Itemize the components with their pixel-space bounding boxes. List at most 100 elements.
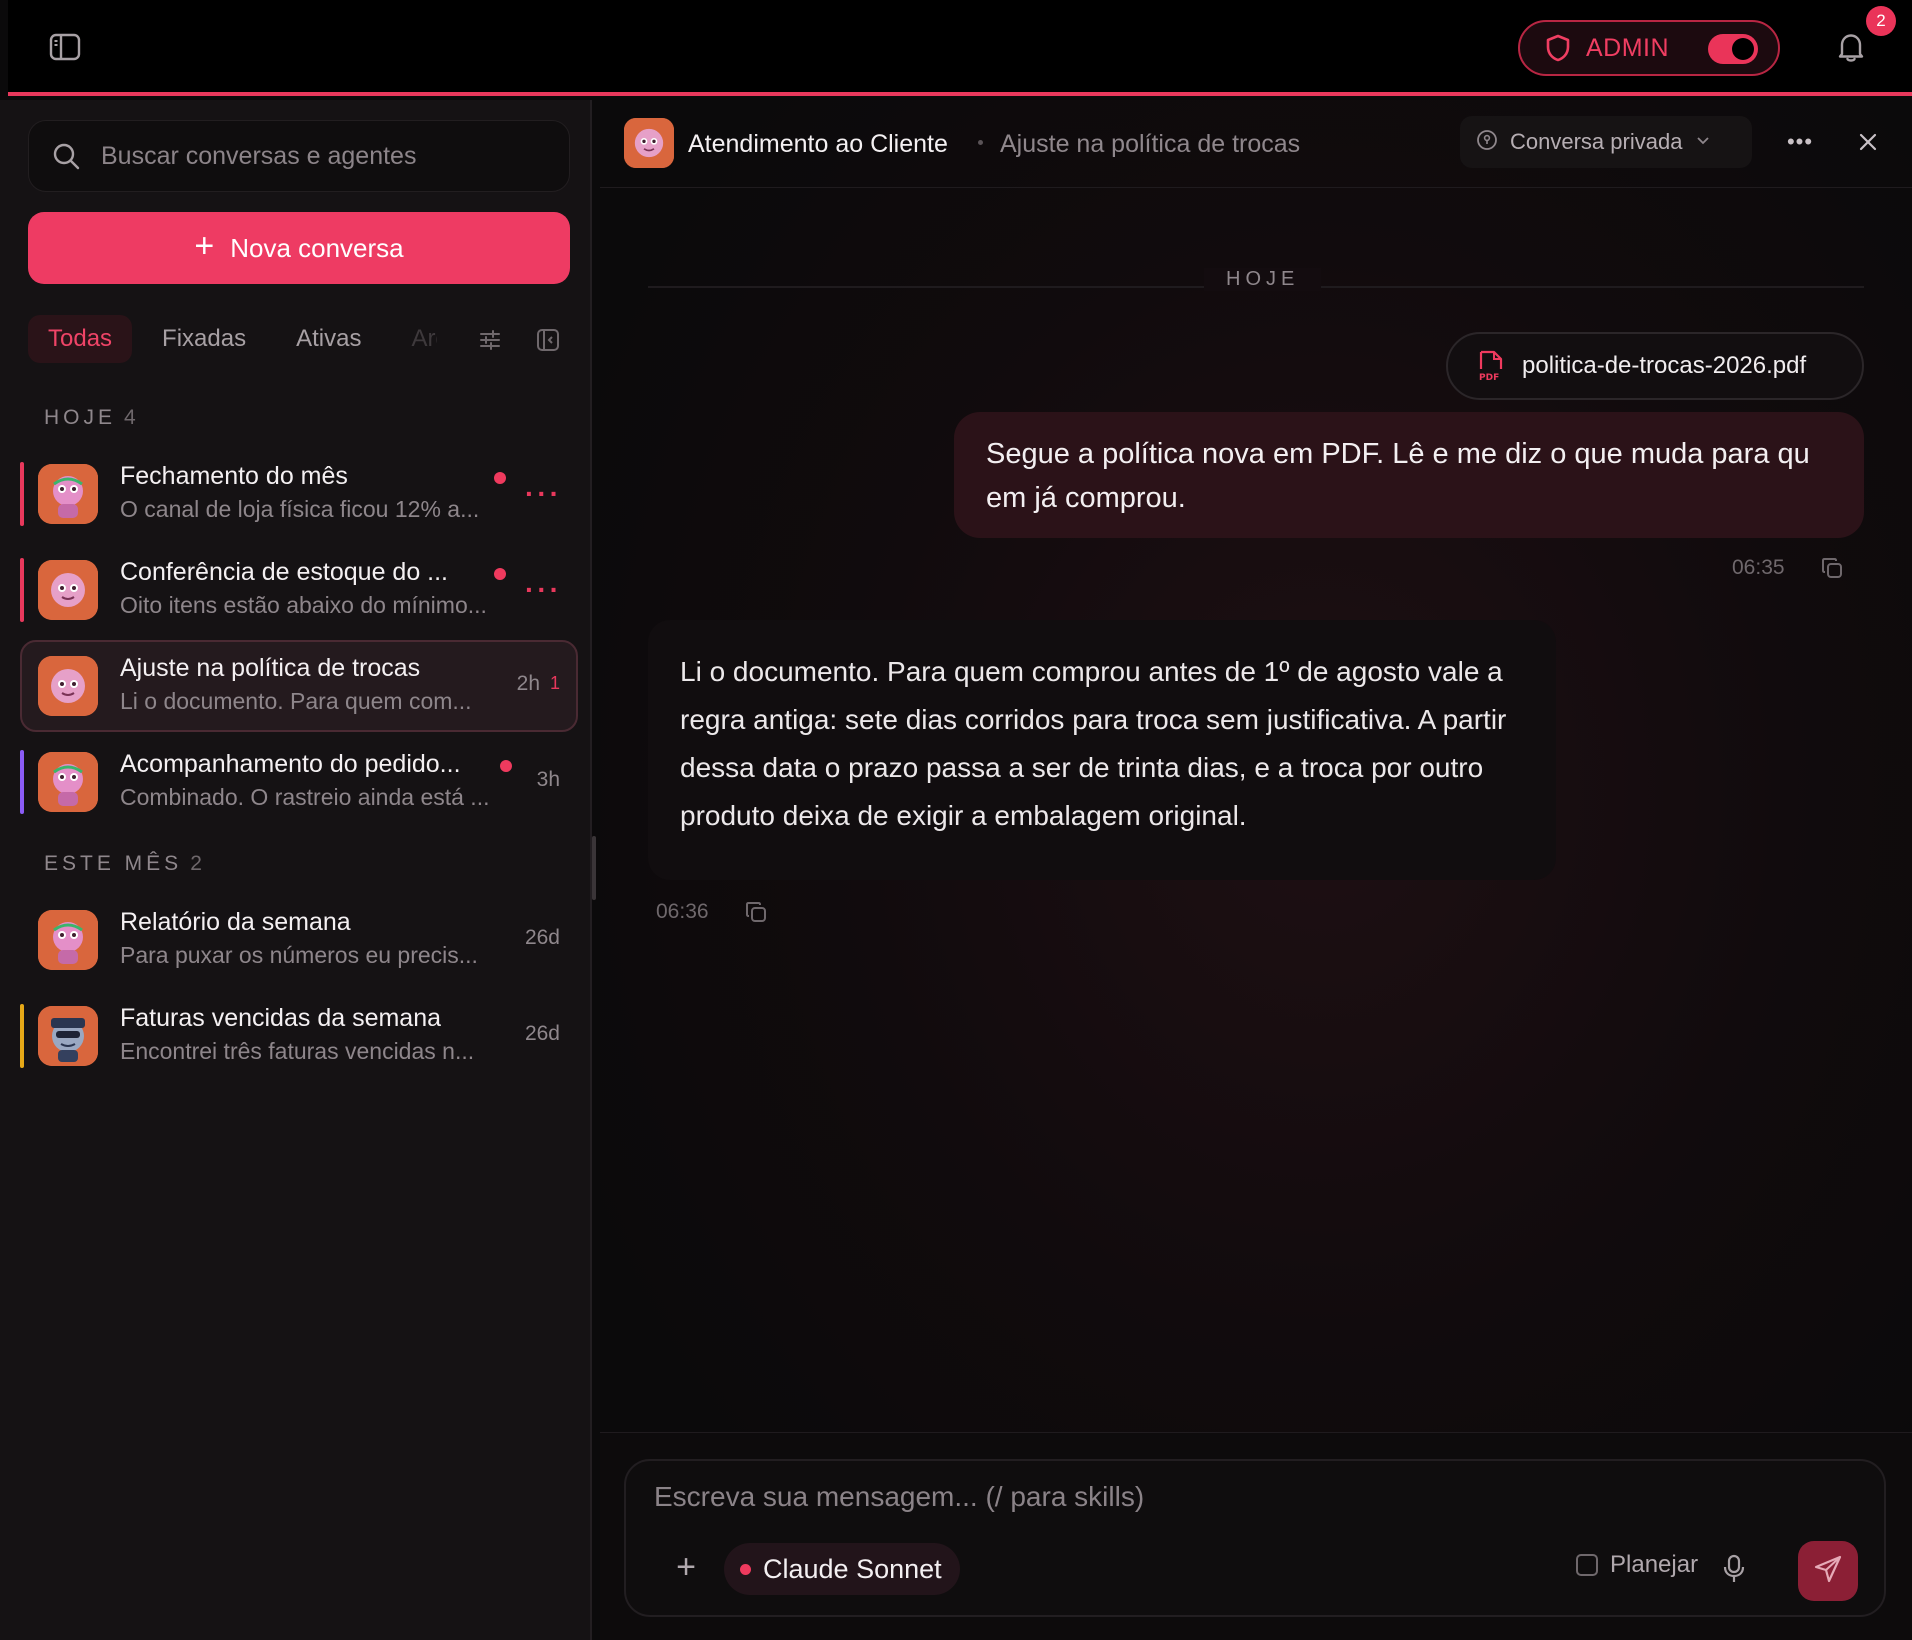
plan-toggle[interactable]: Planejar [1576, 1551, 1698, 1579]
bell-icon[interactable] [1834, 28, 1868, 66]
unread-dot [494, 472, 506, 484]
privacy-dropdown[interactable]: Conversa privada [1460, 116, 1752, 168]
conversation-time: 2h [516, 672, 540, 695]
agent-avatar [624, 118, 674, 168]
item-accent-bar [20, 1004, 24, 1068]
unread-count: 1 [549, 673, 560, 693]
user-message-bubble: Segue a política nova em PDF. Lê e me di… [954, 412, 1864, 538]
admin-mode-pill[interactable]: ADMIN [1518, 20, 1780, 76]
conversation-item[interactable]: Conferência de estoque do ... Oito itens… [20, 544, 578, 636]
svg-text:PDF: PDF [1479, 373, 1499, 382]
top-bar: ADMIN 2 [8, 0, 1912, 96]
conversation-preview: Para puxar os números eu precis... [120, 942, 478, 968]
admin-label: ADMIN [1586, 33, 1670, 62]
message-composer: + Claude Sonnet Planejar [624, 1459, 1886, 1617]
conversation-title: Acompanhamento do pedido... [120, 750, 461, 778]
privacy-label: Conversa privada [1510, 129, 1683, 154]
notification-badge: 2 [1866, 6, 1896, 36]
search-icon [51, 141, 81, 171]
toggle-knob [1732, 38, 1754, 60]
conversation-preview: Li o documento. Para quem com... [120, 688, 472, 714]
composer-area: + Claude Sonnet Planejar [600, 1432, 1912, 1640]
conversation-item[interactable]: Acompanhamento do pedido... Combinado. O… [20, 736, 578, 828]
search-box[interactable] [28, 120, 570, 192]
conversation-preview: Combinado. O rastreio ainda está ... [120, 784, 490, 810]
conversation-time: 3h [536, 768, 560, 791]
more-options-icon[interactable]: ··· [525, 478, 562, 510]
agent-avatar [38, 464, 98, 524]
more-options-icon[interactable]: ••• [1780, 122, 1820, 162]
conversation-title: Ajuste na política de trocas [120, 654, 421, 682]
conversation-item-selected[interactable]: Ajuste na política de trocas Li o docume… [20, 640, 578, 732]
section-today-label: HOJE 4 [44, 406, 137, 429]
conversation-item[interactable]: Fechamento do mês O canal de loja física… [20, 448, 578, 540]
agent-name: Atendimento ao Cliente [688, 130, 948, 158]
agent-avatar [38, 752, 98, 812]
item-accent-bar [20, 750, 24, 814]
conversation-time: 26d [524, 1022, 560, 1045]
shield-icon [1544, 34, 1572, 62]
assistant-message-bubble: Li o documento. Para quem comprou antes … [648, 620, 1556, 880]
tab-todas[interactable]: Todas [28, 315, 133, 363]
plan-label: Planejar [1610, 1551, 1699, 1578]
tab-fixadas[interactable]: Fixadas [142, 315, 266, 363]
conversation-time: 26d [524, 926, 560, 949]
copy-icon[interactable] [1818, 554, 1846, 582]
unread-dot [500, 760, 512, 772]
section-month-label: ESTE MÊS 2 [44, 852, 203, 875]
conversation-sidebar: + Nova conversa Todas Fixadas Ativas Arq… [0, 100, 592, 1640]
more-options-icon[interactable]: ··· [525, 574, 562, 606]
plan-checkbox[interactable] [1576, 1554, 1598, 1576]
new-conversation-label: Nova conversa [230, 232, 404, 263]
conversation-preview: O canal de loja física ficou 12% a... [120, 496, 480, 522]
pdf-file-icon: PDF [1476, 350, 1506, 382]
day-divider-label: HOJE [1204, 268, 1322, 291]
conversation-title: Conferência de estoque do ... [120, 558, 449, 586]
chevron-down-icon [1696, 133, 1710, 151]
filter-tabs: Todas Fixadas Ativas Arq [28, 314, 570, 364]
assistant-message-time: 06:36 [656, 900, 709, 923]
conversation-title: Relatório da semana [120, 908, 351, 936]
section-today-count: 4 [124, 406, 137, 429]
model-status-dot [740, 1563, 751, 1575]
chat-panel: Atendimento ao Cliente Ajuste na polític… [600, 100, 1912, 1640]
item-accent-bar [20, 558, 24, 622]
attachment-name: politica-de-trocas-2026.pdf [1522, 352, 1807, 379]
close-icon[interactable] [1848, 122, 1888, 162]
model-selector[interactable]: Claude Sonnet [724, 1543, 960, 1595]
agent-avatar [38, 560, 98, 620]
copy-icon[interactable] [742, 898, 770, 926]
sliders-icon[interactable] [476, 326, 504, 354]
conversation-title: Fechamento do mês [120, 462, 348, 490]
tab-ativas[interactable]: Ativas [276, 315, 381, 363]
conversation-item[interactable]: Faturas vencidas da semana Encontrei trê… [20, 990, 578, 1082]
conversation-item[interactable]: Relatório da semana Para puxar os número… [20, 894, 578, 986]
add-attachment-icon[interactable]: + [666, 1547, 706, 1587]
user-message-time: 06:35 [1732, 556, 1785, 579]
item-accent-bar [20, 462, 24, 526]
agent-avatar [38, 656, 98, 716]
chat-header: Atendimento ao Cliente Ajuste na polític… [600, 100, 1912, 188]
lock-pin-icon [1476, 129, 1498, 156]
agent-avatar [38, 1006, 98, 1066]
plus-icon: + [194, 227, 215, 265]
sidebar-toggle-icon[interactable] [48, 30, 82, 64]
attachment-chip[interactable]: PDF politica-de-trocas-2026.pdf [1446, 332, 1864, 400]
new-conversation-button[interactable]: + Nova conversa [28, 212, 570, 284]
model-label: Claude Sonnet [763, 1553, 942, 1584]
microphone-icon[interactable] [1714, 1549, 1754, 1589]
search-input[interactable] [101, 141, 541, 171]
admin-toggle[interactable] [1708, 34, 1758, 64]
send-button[interactable] [1798, 1541, 1858, 1601]
sidebar-resize-handle[interactable] [592, 836, 596, 900]
separator-dot [978, 140, 983, 145]
conversation-title: Ajuste na política de trocas [1000, 130, 1301, 158]
agent-avatar [38, 910, 98, 970]
conversation-preview: Oito itens estão abaixo do mínimo... [120, 592, 487, 618]
message-input[interactable] [654, 1481, 1854, 1525]
conversation-preview: Encontrei três faturas vencidas n... [120, 1038, 475, 1064]
collapse-panel-icon[interactable] [534, 326, 562, 354]
tab-arquivadas[interactable]: Arq [391, 315, 437, 363]
unread-dot [494, 568, 506, 580]
section-month-count: 2 [190, 852, 203, 875]
